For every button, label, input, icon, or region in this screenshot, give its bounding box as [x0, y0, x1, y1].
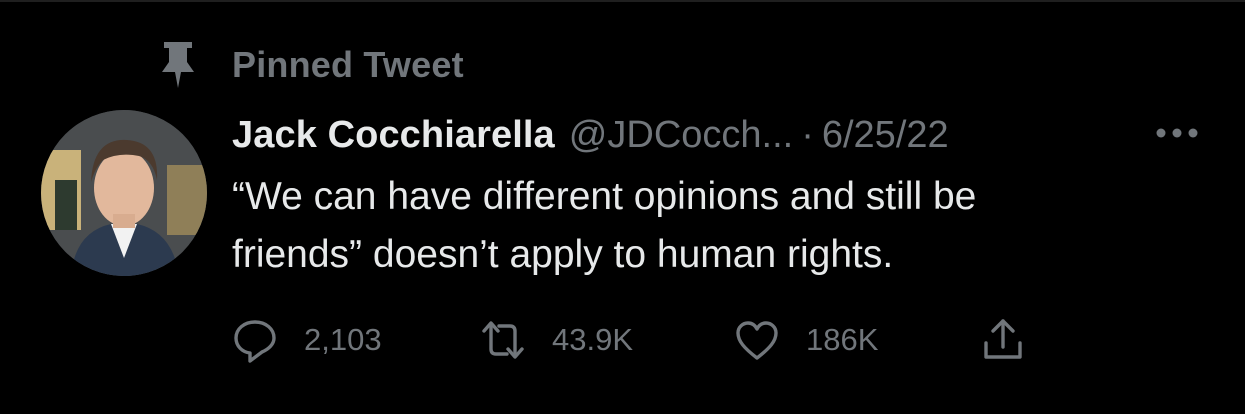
more-options-button[interactable]: [1150, 116, 1204, 150]
avatar[interactable]: [41, 110, 207, 276]
separator-dot: ·: [801, 113, 814, 156]
like-count: 186K: [806, 322, 879, 357]
tweet-header: Jack Cocchiarella @JDCocch... · 6/25/22: [232, 110, 949, 160]
avatar-photo: [41, 110, 207, 276]
tweet-text-line: “We can have different opinions and stil…: [232, 175, 977, 218]
tweet-card[interactable]: Pinned Tweet Jack Cocchiarella @JDCocch.…: [0, 0, 1245, 414]
reply-button[interactable]: 2,103: [232, 312, 382, 368]
pin-icon: [162, 42, 194, 88]
like-button[interactable]: 186K: [734, 312, 878, 368]
retweet-icon: [482, 321, 524, 359]
share-button[interactable]: [980, 312, 1026, 368]
tweet-text-line: friends” doesn’t apply to human rights.: [232, 233, 894, 276]
pinned-indicator: Pinned Tweet: [160, 40, 464, 90]
pinned-label: Pinned Tweet: [232, 44, 464, 85]
tweet-text: “We can have different opinions and stil…: [232, 168, 1222, 284]
retweet-count: 43.9K: [552, 322, 634, 357]
heart-icon: [736, 321, 778, 360]
retweet-button[interactable]: 43.9K: [480, 312, 633, 368]
tweet-date[interactable]: 6/25/22: [822, 114, 949, 157]
author-handle[interactable]: @JDCocch...: [569, 114, 793, 157]
more-horizontal-icon: [1156, 128, 1198, 138]
share-icon: [984, 319, 1022, 359]
author-name[interactable]: Jack Cocchiarella: [232, 114, 555, 157]
reply-count: 2,103: [304, 322, 382, 357]
reply-icon: [234, 320, 276, 363]
